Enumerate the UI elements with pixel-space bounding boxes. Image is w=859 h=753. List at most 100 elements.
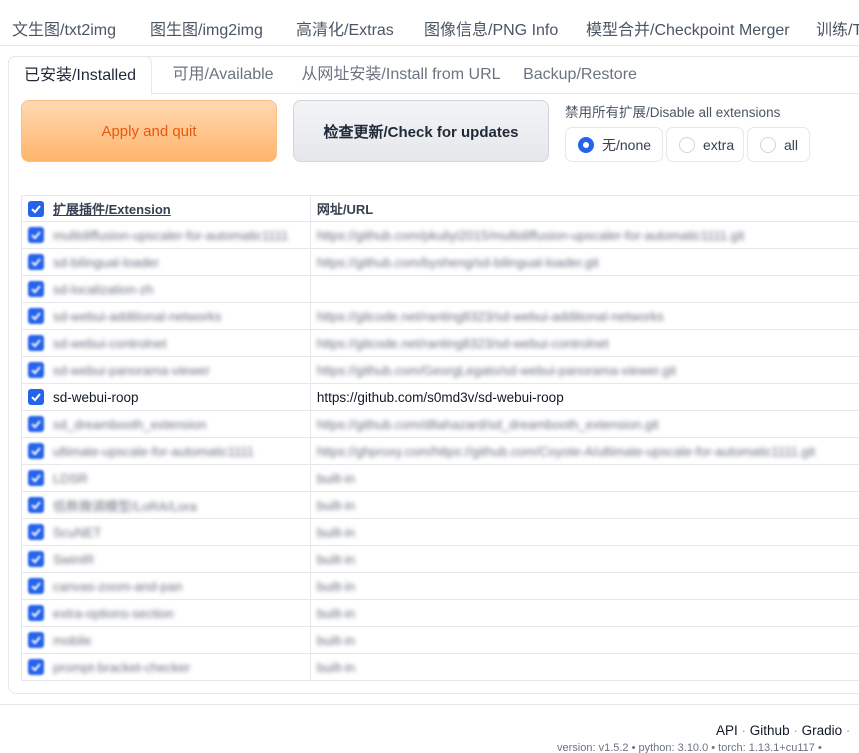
extension-url: built-in: [316, 578, 356, 594]
extension-name: extra-options-section: [53, 605, 174, 621]
extension-column-header: 扩展插件/Extension: [21, 195, 311, 222]
extension-url: https://ghproxy.com/https://github.com/C…: [316, 443, 816, 459]
extension-name: ultimate-upscale-for-automatic1111: [53, 443, 254, 459]
extension-url: built-in: [316, 632, 356, 648]
extension-cell: ultimate-upscale-for-automatic1111: [21, 437, 311, 465]
check-icon: [31, 582, 41, 591]
url-cell: https://github.com/pkuliyi2015/multidiff…: [310, 221, 859, 249]
extension-cell: extra-options-section: [21, 599, 311, 627]
table-row: sd-webui-additional-networks https://gitc…: [21, 302, 859, 330]
extension-cell: SwinIR: [21, 545, 311, 573]
tab-txt2img[interactable]: 文生图/txt2img: [12, 10, 116, 45]
extension-enable-checkbox[interactable]: [28, 632, 44, 648]
table-row: extra-options-section built-in: [21, 599, 859, 627]
tab-png-info[interactable]: 图像信息/PNG Info: [424, 10, 558, 45]
extension-name: SwinIR: [53, 551, 95, 567]
disable-radio-none[interactable]: 无/none: [565, 127, 663, 162]
extension-name: mobile: [53, 632, 92, 648]
extension-enable-checkbox[interactable]: [28, 443, 44, 459]
tab-installed[interactable]: 已安装/Installed: [8, 56, 152, 95]
check-icon: [31, 393, 41, 402]
extension-enable-checkbox[interactable]: [28, 497, 44, 513]
footer-link-github[interactable]: Github: [750, 723, 790, 738]
extension-cell: prompt-bracket-checker: [21, 653, 311, 681]
extension-url: built-in: [316, 659, 356, 675]
table-row: sd-webui-roop https://github.com/s0md3v/s…: [21, 383, 859, 411]
extension-enable-checkbox[interactable]: [28, 416, 44, 432]
url-cell: built-in: [310, 545, 859, 573]
apply-and-quit-button[interactable]: Apply and quit: [21, 100, 277, 162]
disable-radio-all[interactable]: all: [747, 127, 810, 162]
extension-cell: multidiffusion-upscaler-for-automatic111…: [21, 221, 311, 249]
url-cell: https://ghproxy.com/https://github.com/C…: [310, 437, 859, 465]
extension-enable-checkbox[interactable]: [28, 578, 44, 594]
extension-enable-checkbox[interactable]: [28, 551, 44, 567]
check-icon: [31, 555, 41, 564]
extension-enable-checkbox[interactable]: [28, 605, 44, 621]
extension-enable-checkbox[interactable]: [28, 524, 44, 540]
tab-img2img[interactable]: 图生图/img2img: [150, 10, 263, 45]
footer-link-gradio[interactable]: Gradio: [802, 723, 843, 738]
table-row: sd-webui-controlnet https://gitcode.net/r…: [21, 329, 859, 357]
select-all-checkbox[interactable]: [28, 200, 44, 217]
table-row: ScuNET built-in: [21, 518, 859, 546]
check-icon: [31, 447, 41, 456]
tab-checkpoint-merger[interactable]: 模型合并/Checkpoint Merger: [586, 10, 790, 45]
url-column-header: 网址/URL: [310, 195, 859, 222]
extension-enable-checkbox[interactable]: [28, 308, 44, 324]
table-row: sd-localization-zh: [21, 275, 859, 303]
check-icon: [31, 339, 41, 348]
tab-train[interactable]: 训练/T: [816, 10, 859, 45]
check-icon: [31, 609, 41, 618]
tab-available[interactable]: 可用/Available: [160, 56, 286, 94]
extension-cell: sd-webui-panorama-viewer: [21, 356, 311, 384]
check-icon: [31, 204, 41, 213]
extension-name: 低秩微调模型/LoRA/Lora: [53, 498, 197, 514]
check-icon: [31, 366, 41, 375]
url-column-label: 网址/URL: [316, 202, 374, 217]
footer-divider: [0, 704, 859, 705]
extension-enable-checkbox[interactable]: [28, 335, 44, 351]
extension-enable-checkbox[interactable]: [28, 659, 44, 675]
extension-cell: sd-webui-additional-networks: [21, 302, 311, 330]
url-cell: https://gitcode.net/ranting8323/sd-webui…: [310, 329, 859, 357]
extension-enable-checkbox[interactable]: [28, 470, 44, 486]
tab-extras[interactable]: 高清化/Extras: [296, 10, 394, 45]
table-row: 低秩微调模型/LoRA/Lora built-in: [21, 491, 859, 519]
extension-enable-checkbox[interactable]: [28, 227, 44, 243]
check-for-updates-button[interactable]: 检查更新/Check for updates: [293, 100, 549, 162]
extension-name: LDSR: [53, 470, 88, 486]
extension-name: prompt-bracket-checker: [53, 659, 191, 675]
check-icon: [31, 474, 41, 483]
extension-url: built-in: [316, 497, 356, 513]
extension-enable-checkbox[interactable]: [28, 362, 44, 378]
extension-cell: 低秩微调模型/LoRA/Lora: [21, 491, 311, 519]
footer-separator: ·: [741, 723, 747, 738]
extension-enable-checkbox[interactable]: [28, 281, 44, 297]
tab-install-from-url[interactable]: 从网址安装/Install from URL: [292, 56, 510, 94]
table-row: LDSR built-in: [21, 464, 859, 492]
table-row: prompt-bracket-checker built-in: [21, 653, 859, 681]
extension-url: built-in: [316, 470, 356, 486]
url-cell: https://github.com/GeorgLegato/sd-webui-…: [310, 356, 859, 384]
check-icon: [31, 258, 41, 267]
tab-backup-restore[interactable]: Backup/Restore: [518, 56, 642, 94]
extension-enable-checkbox[interactable]: [28, 389, 44, 405]
disable-radio-extra[interactable]: extra: [666, 127, 744, 162]
url-cell: https://gitcode.net/ranting8323/sd-webui…: [310, 302, 859, 330]
extension-name: sd-webui-roop: [53, 389, 139, 405]
table-row: ultimate-upscale-for-automatic1111 https:…: [21, 437, 859, 465]
table-header-row: 扩展插件/Extension 网址/URL: [21, 195, 859, 222]
extension-enable-checkbox[interactable]: [28, 254, 44, 270]
extension-url: https://github.com/GeorgLegato/sd-webui-…: [316, 362, 676, 378]
check-icon: [31, 420, 41, 429]
footer-link-api[interactable]: API: [716, 723, 738, 738]
extension-url: https://github.com/d8ahazard/sd_dreamboo…: [316, 416, 659, 432]
table-row: canvas-zoom-and-pan built-in: [21, 572, 859, 600]
table-row: mobile built-in: [21, 626, 859, 654]
extension-name: canvas-zoom-and-pan: [53, 578, 183, 594]
extension-name: sd-bilingual-loader: [53, 254, 160, 270]
radio-label: all: [784, 136, 799, 153]
url-cell: https://github.com/bysheng/sd-bilingual-…: [310, 248, 859, 276]
url-cell: built-in: [310, 626, 859, 654]
